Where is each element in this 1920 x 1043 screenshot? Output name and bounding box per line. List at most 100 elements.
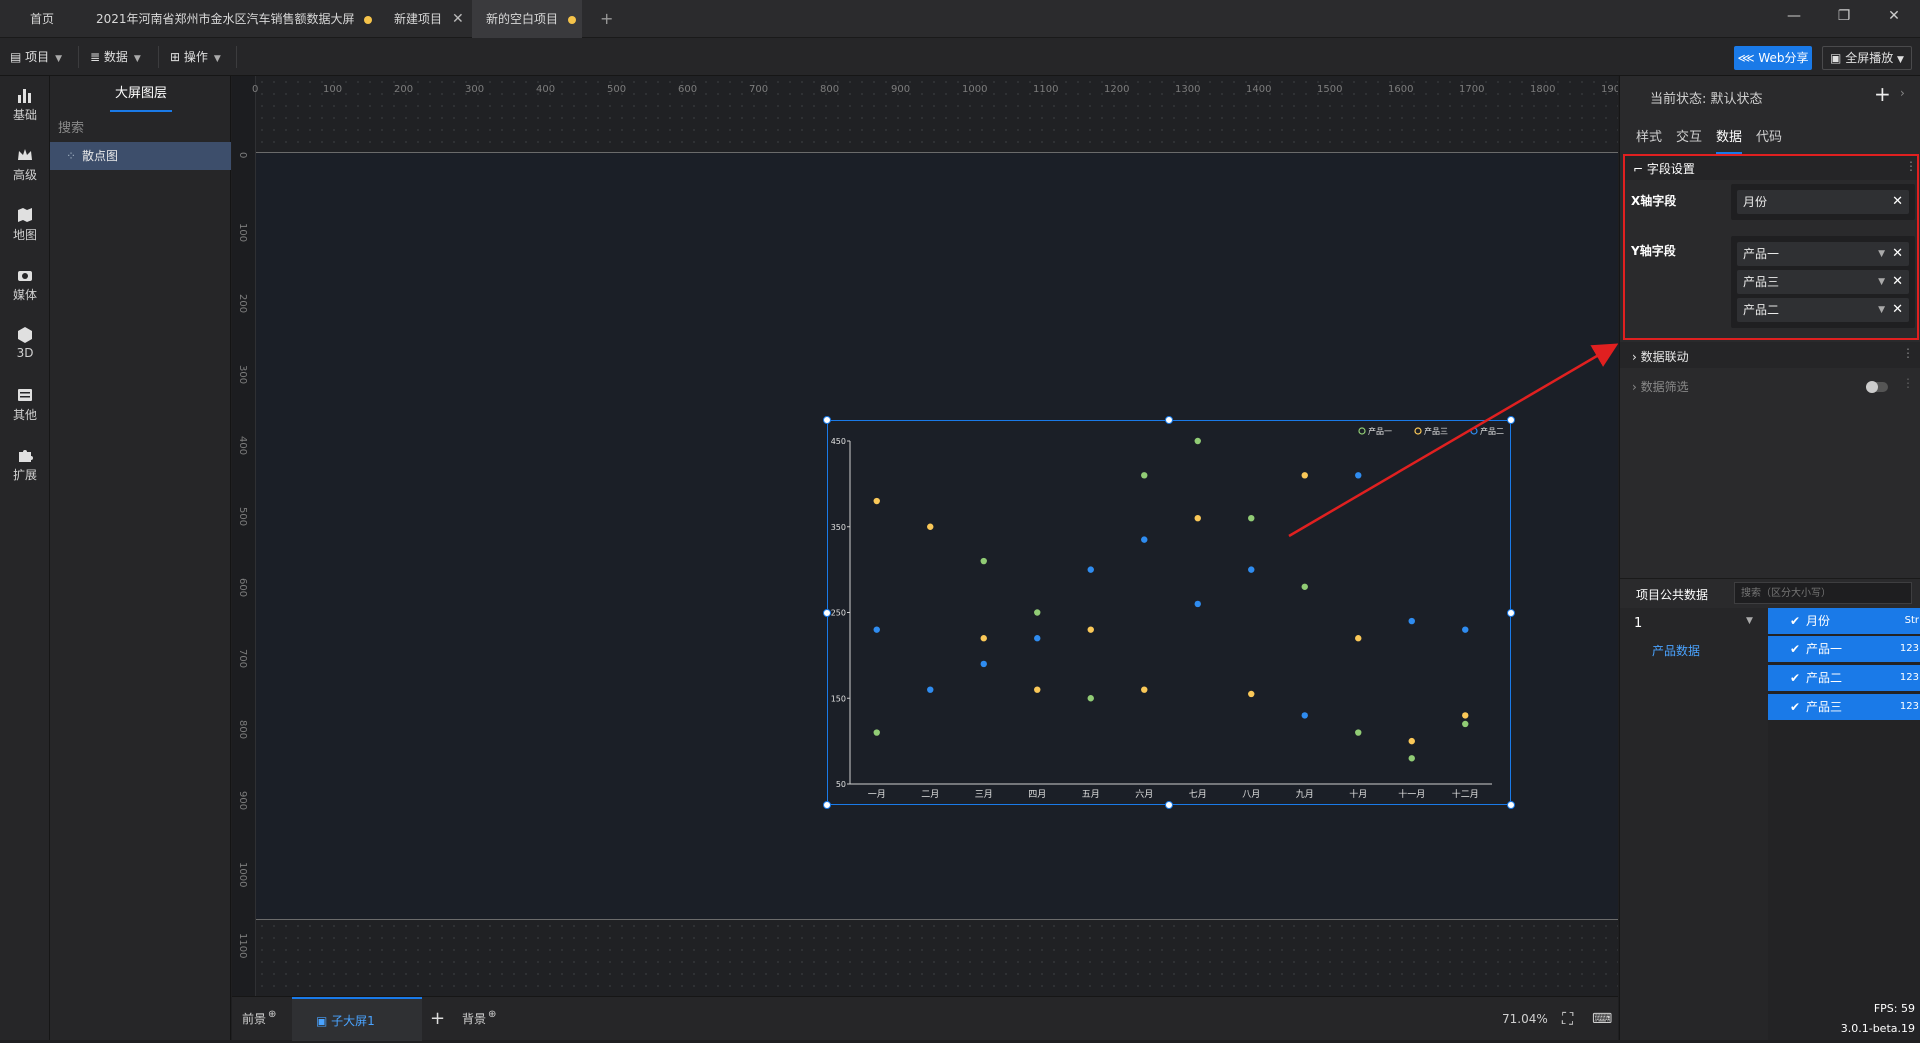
divider	[78, 46, 79, 68]
window-close-icon[interactable]: ✕	[1884, 8, 1904, 24]
more-icon[interactable]: ⋮	[1902, 346, 1914, 360]
version-label: 3.0.1-beta.19	[1840, 1022, 1915, 1035]
y-field-chip[interactable]: 产品一 ▼ ✕	[1737, 242, 1909, 266]
operate-menu[interactable]: ⊞ 操作 ▼	[170, 38, 221, 76]
foreground-tab[interactable]: 前景 ⊕	[242, 997, 276, 1041]
column-name: 产品一	[1806, 642, 1843, 656]
state-label: 当前状态:	[1650, 92, 1707, 107]
close-icon[interactable]: ✕	[452, 0, 464, 38]
button-label: 全屏播放	[1845, 51, 1894, 65]
tab-data[interactable]: 数据	[1716, 126, 1743, 154]
section-label: 字段设置	[1646, 162, 1695, 176]
tab-style[interactable]: 样式	[1636, 126, 1662, 145]
add-tab-icon[interactable]: +	[586, 0, 616, 38]
remove-icon[interactable]: ✕	[1892, 298, 1903, 322]
y-field-chip[interactable]: 产品二 ▼ ✕	[1737, 298, 1909, 322]
column-item[interactable]: ✔ 产品二 123	[1768, 665, 1920, 691]
nav-basic[interactable]: 基础	[0, 86, 50, 123]
background-tab[interactable]: 背景 ⊕	[462, 997, 496, 1041]
add-sub-screen-button[interactable]: +	[430, 997, 445, 1041]
keyboard-icon[interactable]: ⌨	[1592, 997, 1612, 1041]
tab-home[interactable]: 首页	[16, 0, 76, 38]
layer-item-scatter[interactable]: ⁘ 散点图	[50, 142, 231, 170]
chevron-right-icon[interactable]: ›	[1900, 86, 1905, 100]
data-menu[interactable]: ≣ 数据 ▼	[90, 38, 141, 76]
public-data-search-input[interactable]	[1734, 582, 1912, 604]
nav-label: 其他	[12, 408, 37, 422]
puzzle-icon	[19, 450, 33, 462]
menu-label: 数据	[103, 50, 128, 64]
chevron-right-icon: ›	[1632, 350, 1641, 364]
editor-canvas[interactable]: 0 100 200 300 400 500 600 700 800 900 1000 1100 0 10…	[232, 76, 1618, 996]
field-settings-title[interactable]: ⌐ 字段设置	[1633, 160, 1695, 177]
column-name: 产品三	[1806, 700, 1843, 714]
more-icon[interactable]: ⋮	[1905, 159, 1917, 173]
tab-label: 首页	[30, 12, 55, 26]
tab-label: 前景	[242, 1012, 267, 1026]
chevron-down-icon: ▼	[133, 54, 141, 64]
add-circle-icon[interactable]: ⊕	[488, 1009, 496, 1020]
bottom-bar: 前景 ⊕ ▣ 子大屏1 + 背景 ⊕ 71.04% ⛶ ⌨	[232, 996, 1618, 1041]
remove-icon[interactable]: ✕	[1892, 190, 1903, 214]
more-icon[interactable]: ⋮	[1902, 376, 1914, 390]
play-icon: ▣	[1830, 51, 1846, 65]
layer-item-label: 散点图	[82, 149, 119, 163]
remove-icon[interactable]: ✕	[1892, 242, 1903, 266]
nav-extend[interactable]: 扩展	[0, 446, 50, 483]
web-share-button[interactable]: ⋘ Web分享	[1734, 46, 1812, 70]
dataset-name[interactable]: 产品数据	[1652, 642, 1700, 659]
column-type: 123	[1899, 672, 1919, 683]
filter-toggle[interactable]	[1866, 381, 1888, 393]
column-item[interactable]: ✔ 产品三 123	[1768, 694, 1920, 720]
chevron-down-icon[interactable]: ▼	[1878, 242, 1885, 266]
component-nav: 基础 高级 地图 媒体 3D 其他 扩展	[0, 76, 50, 1040]
chevron-down-icon[interactable]: ▼	[1746, 616, 1753, 626]
unsaved-dot-icon	[568, 16, 576, 24]
tab-blank-project[interactable]: 新的空白项目	[472, 0, 582, 38]
y-field-chip[interactable]: 产品三 ▼ ✕	[1737, 270, 1909, 294]
project-menu[interactable]: ▤ 项目 ▼	[10, 38, 62, 76]
unsaved-dot-icon	[364, 16, 372, 24]
add-circle-icon[interactable]: ⊕	[268, 1009, 276, 1020]
chevron-down-icon[interactable]: ▼	[1878, 270, 1885, 294]
minimize-icon[interactable]: —	[1784, 8, 1804, 24]
tab-project-zhengzhou[interactable]: 2021年河南省郑州市金水区汽车销售额数据大屏	[82, 0, 380, 38]
nav-media[interactable]: 媒体	[0, 266, 50, 303]
tab-code[interactable]: 代码	[1756, 126, 1782, 145]
field-settings-section: ⌐ 字段设置 ⋮ X轴字段 月份 ✕ Y轴字段 产品一 ▼ ✕ 产品三 ▼ ✕ 产品二 ▼ ✕	[1623, 154, 1919, 340]
nav-other[interactable]: 其他	[0, 386, 50, 423]
toggle-knob	[1866, 381, 1878, 393]
cube-icon	[18, 327, 32, 343]
column-item[interactable]: ✔ 月份 Str	[1768, 608, 1920, 634]
camera-icon	[18, 271, 32, 281]
scatter-icon: ⁘	[66, 149, 77, 163]
chevron-right-icon: ›	[1632, 380, 1641, 394]
section-label: 数据联动	[1640, 350, 1689, 364]
fit-screen-icon[interactable]: ⛶	[1562, 997, 1573, 1041]
x-field-chip[interactable]: 月份 ✕	[1737, 190, 1909, 214]
chip-label: 月份	[1743, 195, 1768, 209]
menu-label: 项目	[25, 50, 50, 64]
remove-icon[interactable]: ✕	[1892, 270, 1903, 294]
nav-3d[interactable]: 3D	[0, 326, 50, 360]
sub-screen-tab[interactable]: ▣ 子大屏1	[292, 997, 422, 1041]
nav-advanced[interactable]: 高级	[0, 146, 50, 183]
tab-label: 新建项目	[394, 12, 443, 26]
dataset-id[interactable]: 1	[1634, 616, 1642, 631]
column-item[interactable]: ✔ 产品一 123	[1768, 636, 1920, 662]
layer-search-input[interactable]: 搜索	[58, 116, 84, 142]
data-filter-title[interactable]: › 数据筛选	[1632, 378, 1689, 395]
column-type: 123	[1899, 701, 1919, 712]
state-value: 默认状态	[1710, 92, 1763, 107]
nav-map[interactable]: 地图	[0, 206, 50, 243]
add-state-button[interactable]: +	[1874, 82, 1891, 106]
chevron-down-icon[interactable]: ▼	[1878, 298, 1885, 322]
data-linkage-title[interactable]: › 数据联动	[1632, 348, 1689, 365]
tab-interaction[interactable]: 交互	[1676, 126, 1702, 145]
map-icon	[18, 208, 32, 222]
restore-icon[interactable]: ❐	[1834, 8, 1854, 24]
tab-new-project[interactable]: 新建项目 ✕	[380, 0, 472, 38]
tab-screen-layers[interactable]: 大屏图层	[110, 76, 172, 112]
full-screen-button[interactable]: ▣ 全屏播放 ▼	[1822, 46, 1912, 70]
fps-counter: FPS: 59	[1873, 1002, 1915, 1015]
